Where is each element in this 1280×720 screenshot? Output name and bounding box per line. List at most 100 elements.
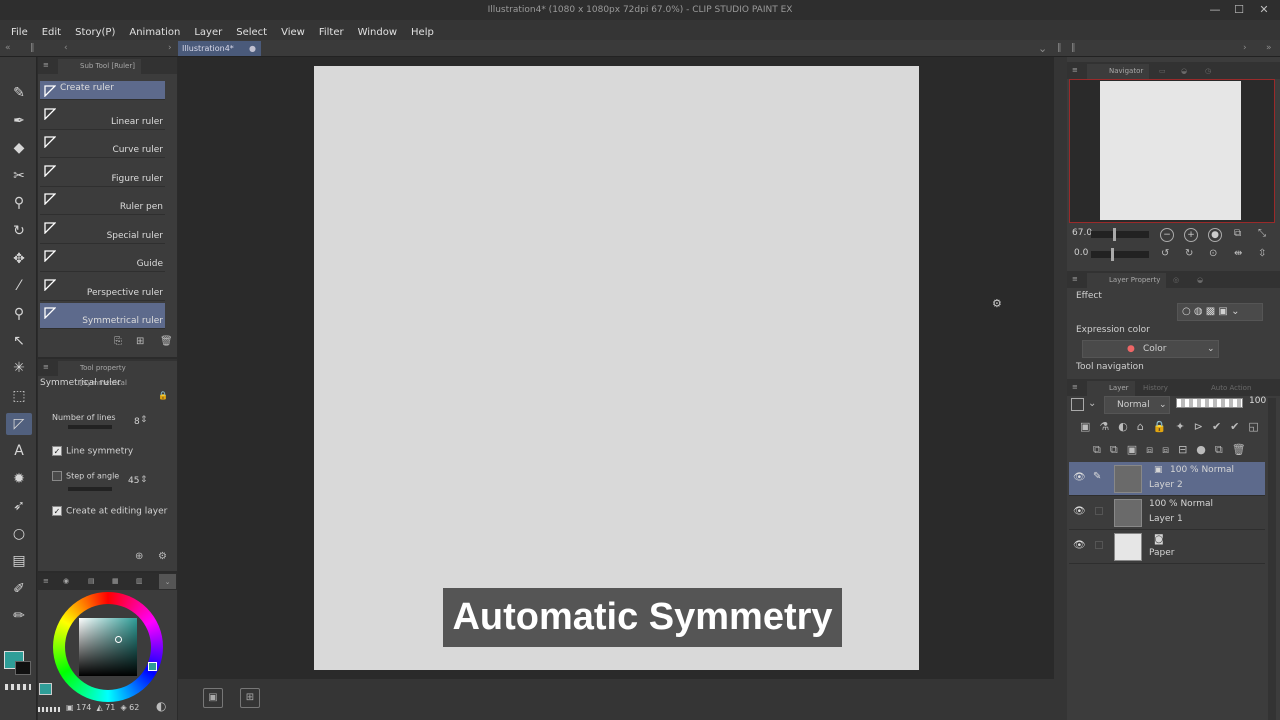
search-layer-tab-icon[interactable]: ◎	[1167, 273, 1185, 288]
rotate-icon[interactable]: ↻	[6, 220, 32, 242]
subtool-item-figure-ruler[interactable]: Figure ruler	[40, 161, 165, 187]
subtool-item-symmetrical-ruler[interactable]: Symmetrical ruler	[40, 303, 165, 329]
rotation-value[interactable]: 0.0	[1074, 248, 1088, 258]
step-of-angle-value[interactable]: 45	[128, 476, 139, 486]
create-at-editing-layer-row[interactable]: ✓ Create at editing layer	[52, 506, 167, 517]
transparent-color-icon[interactable]	[5, 684, 31, 690]
flip-vertical-icon[interactable]: ⇳	[1258, 248, 1266, 259]
layer-color-icon[interactable]	[1071, 398, 1084, 411]
stepper-icon[interactable]: ⇕	[140, 475, 148, 485]
decoration-icon[interactable]: ✹	[6, 468, 32, 490]
frame-icon[interactable]: ▤	[6, 550, 32, 572]
zoom-slider[interactable]	[1091, 228, 1149, 241]
color-slider-tab-icon[interactable]: ▤	[88, 573, 95, 590]
zoom-in-icon[interactable]: +	[1184, 228, 1198, 242]
sub-color-swatch[interactable]	[15, 661, 31, 675]
color-picker-handle[interactable]	[115, 636, 122, 643]
create-at-editing-layer-checkbox[interactable]: ✓	[52, 506, 62, 516]
navigator-thumbnail[interactable]	[1100, 81, 1241, 220]
menu-icon[interactable]: ≡	[43, 57, 49, 74]
reset-icon[interactable]: ⊕	[135, 551, 143, 562]
pen-icon[interactable]: ✎	[6, 82, 32, 104]
blend-mode-dropdown[interactable]: Normal ⌄	[1104, 396, 1170, 414]
move-icon[interactable]: ✥	[6, 248, 32, 270]
brush-icon[interactable]: ✒	[6, 110, 32, 132]
layer-row-layer1[interactable]: 👁 100 % Normal Layer 1	[1069, 496, 1265, 530]
saturation-value-square[interactable]	[79, 618, 137, 676]
collapse-left-icon[interactable]: «	[5, 40, 11, 57]
fit-window-icon[interactable]: ⧉	[1234, 228, 1241, 239]
zoom-value[interactable]: 67.0	[1072, 228, 1092, 238]
layer-scrollbar[interactable]	[1268, 398, 1276, 720]
color-wheel-tab-icon[interactable]: ◉	[63, 573, 69, 590]
edit-target-box[interactable]	[1095, 507, 1103, 515]
chevron-right-icon[interactable]: ›	[1243, 40, 1247, 57]
rotate-right-icon[interactable]: ↻	[1185, 248, 1193, 259]
chevron-left-icon[interactable]: ‹	[64, 40, 68, 57]
layer-row-paper[interactable]: 👁 ◙ Paper	[1069, 530, 1265, 564]
intermediate-color-tab-icon[interactable]: ▥	[136, 573, 143, 590]
ruler-tool-icon[interactable]: ◸	[6, 413, 32, 435]
thumbnail-view-icon[interactable]: ▣	[203, 688, 223, 708]
menu-icon[interactable]: ≡	[43, 359, 49, 376]
history-tab[interactable]: History	[1137, 381, 1174, 396]
canvas-paper[interactable]	[314, 66, 919, 670]
line-symmetry-row[interactable]: ✓ Line symmetry	[52, 446, 133, 457]
actual-size-icon[interactable]: ●	[1208, 228, 1222, 242]
selection-icon[interactable]: ⬚	[6, 385, 32, 407]
menu-icon[interactable]: ≡	[1072, 379, 1078, 396]
eyedropper-icon[interactable]: ⁄	[6, 275, 32, 297]
eraser-icon[interactable]: ✏	[6, 605, 32, 627]
stepper-icon[interactable]: ⇕	[140, 415, 148, 425]
close-tab-icon[interactable]: ●	[249, 41, 256, 56]
chevron-right-icon[interactable]: ›	[168, 40, 172, 57]
zoom-out-icon[interactable]: −	[1160, 228, 1174, 242]
eye-icon[interactable]: 👁	[1073, 540, 1086, 551]
expression-color-dropdown[interactable]: ● Color ⌄	[1082, 340, 1219, 358]
figure-icon[interactable]: ○	[6, 523, 32, 545]
hue-handle[interactable]	[148, 662, 157, 671]
menu-icon[interactable]: ≡	[1072, 271, 1078, 288]
edit-target-box[interactable]	[1095, 541, 1103, 549]
new-subtool-icon[interactable]: ⊞	[136, 336, 144, 347]
color-mode-icon[interactable]: ◐	[156, 699, 166, 713]
menu-icon[interactable]: ≡	[1072, 62, 1078, 79]
gradient-icon[interactable]: ✐	[6, 578, 32, 600]
expand-icon[interactable]: ⌄	[159, 574, 176, 589]
flip-horizontal-icon[interactable]: ⇹	[1234, 248, 1242, 259]
layer-row-layer2[interactable]: 👁 ✎ ▣ 100 % Normal Layer 2	[1069, 462, 1265, 496]
layer-toolbar-row2[interactable]: ⧉⧉▣⧈⧈⊟●⧉🗑	[1093, 443, 1255, 457]
subtool-item-linear-ruler[interactable]: Linear ruler	[40, 104, 165, 130]
delete-icon[interactable]: 🗑	[160, 336, 173, 347]
airbrush-icon[interactable]: ➶	[6, 495, 32, 517]
clock-tab-icon[interactable]: ◷	[1199, 64, 1217, 79]
collapse-right-icon[interactable]: »	[1266, 40, 1272, 57]
number-of-lines-value[interactable]: 8	[134, 417, 140, 427]
subtool-item-curve-ruler[interactable]: Curve ruler	[40, 132, 165, 158]
text-icon[interactable]: A	[6, 440, 32, 462]
main-color-chip[interactable]	[39, 683, 52, 695]
step-of-angle-checkbox[interactable]	[52, 471, 62, 481]
maximize-button[interactable]: ☐	[1230, 2, 1248, 18]
rotation-slider[interactable]	[1091, 248, 1149, 261]
eye-icon[interactable]: 👁	[1073, 472, 1086, 483]
opacity-value[interactable]: 100	[1249, 396, 1266, 406]
number-of-lines-slider[interactable]	[68, 425, 112, 429]
step-of-angle-slider[interactable]	[68, 487, 112, 491]
menu-icon[interactable]: ≡	[43, 573, 49, 590]
rotate-left-icon[interactable]: ↺	[1161, 248, 1169, 259]
info-tab-icon[interactable]: ◒	[1175, 64, 1193, 79]
subtool-item-special-ruler[interactable]: Special ruler	[40, 218, 165, 244]
line-symmetry-checkbox[interactable]: ✓	[52, 446, 62, 456]
lock-icon[interactable]: 🔒	[158, 391, 168, 400]
subtool-item-guide[interactable]: Guide	[40, 246, 165, 272]
copy-subtool-icon[interactable]: ⎘	[114, 336, 122, 347]
fit-view-icon[interactable]: ⊞	[240, 688, 260, 708]
zoom-icon[interactable]: ⚲	[6, 192, 32, 214]
close-button[interactable]: ✕	[1255, 2, 1273, 18]
sub-view-tab-icon[interactable]: ▭	[1153, 64, 1172, 79]
operation-icon[interactable]: ↖	[6, 330, 32, 352]
transform-icon[interactable]: ✂	[6, 165, 32, 187]
info-tab-icon[interactable]: ◒	[1191, 273, 1209, 288]
reset-rotation-icon[interactable]: ⊙	[1209, 248, 1217, 259]
